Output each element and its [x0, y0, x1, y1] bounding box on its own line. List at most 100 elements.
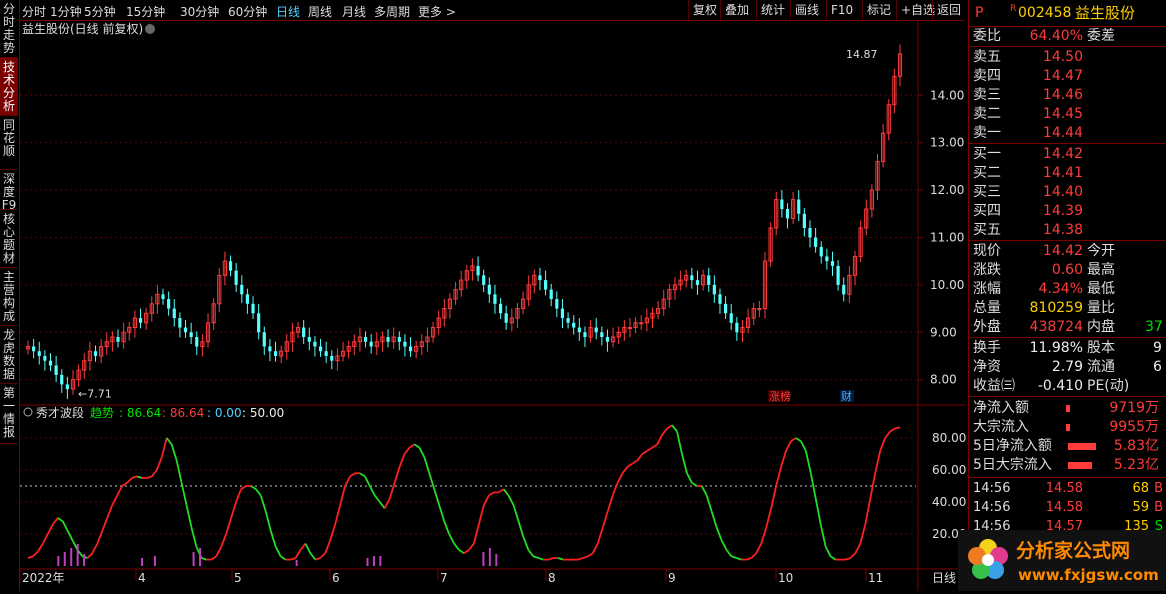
x-axis-label: 11 [868, 571, 883, 585]
indicator-segment [720, 539, 728, 551]
marker-cai[interactable]: 财 [841, 389, 852, 403]
candle-body [718, 294, 722, 304]
indicator-tick-label: 40.00 [932, 495, 966, 509]
indicator-cyan-value: : 0.00 [207, 406, 242, 420]
indicator-volume-bar [141, 558, 144, 566]
period-tab-1[interactable]: 1分钟 [50, 3, 82, 20]
left-tab-4[interactable]: 核心题材 [0, 210, 18, 268]
left-tab-3[interactable]: 深度F9 [0, 170, 18, 212]
period-tab-2[interactable]: 5分钟 [84, 3, 116, 20]
left-tab-7[interactable]: 第一情报 [0, 384, 18, 444]
indicator-segment [393, 466, 401, 484]
tick-row-1: 14:56 14.58 59 B [973, 498, 1163, 517]
period-tab-0[interactable]: 分时 [22, 3, 46, 20]
indicator-white-value: : 50.00 [242, 406, 284, 420]
toolbar-button-4[interactable]: F10 [826, 0, 857, 20]
indicator-segment [126, 477, 133, 484]
indicator-segment [201, 557, 207, 561]
marker-zhangbang[interactable]: 涨榜 [769, 389, 791, 403]
indicator-segment [596, 527, 604, 544]
candle-body [583, 332, 587, 338]
left-tab-5[interactable]: 主营构成 [0, 268, 18, 326]
left-tab-0[interactable]: 分时走势 [0, 0, 18, 58]
indicator-segment [170, 444, 178, 461]
indicator-segment [86, 552, 94, 559]
period-tab-4[interactable]: 30分钟 [180, 3, 219, 20]
buy-label: 买三 [973, 184, 1001, 200]
indicator-segment [155, 456, 163, 471]
title-dropdown-icon[interactable] [145, 24, 155, 34]
indicator-segment [651, 443, 658, 449]
indicator-segment [587, 552, 594, 558]
period-tab-3[interactable]: 15分钟 [126, 3, 165, 20]
period-tab-6[interactable]: 日线 [276, 3, 300, 20]
indicator-volume-bar [199, 548, 202, 566]
indicator-segment [359, 472, 366, 478]
watermark-logo: 分析家公式网 www.fxjgsw.com [958, 530, 1166, 591]
buy-label: 买五 [973, 222, 1001, 238]
indicator-segment [131, 475, 138, 479]
left-tab-1[interactable]: 技术分析 [0, 58, 18, 116]
indicator-segment [160, 437, 168, 458]
indicator-segment [27, 555, 34, 559]
candle-body [729, 313, 733, 323]
indicator-segment [755, 543, 763, 554]
toolbar-button-2[interactable]: 统计 [756, 0, 789, 20]
toolbar-button-5[interactable]: 标记 [862, 0, 895, 20]
indicator-segment [116, 485, 123, 497]
left-tab-2[interactable]: 同花顺 [0, 116, 18, 170]
toolbar-button-1[interactable]: 叠加 [720, 0, 753, 20]
stock-code: 002458 [1018, 5, 1072, 21]
indicator-segment [280, 555, 287, 561]
indicator-segment [884, 431, 891, 439]
indicator-segment [522, 536, 530, 551]
indicator-segment [592, 543, 599, 554]
indicator-segment [32, 550, 39, 558]
stat-label: 涨跌 [973, 262, 1001, 278]
period-tab-5[interactable]: 60分钟 [228, 3, 267, 20]
kline-chart-area[interactable]: 14.00 13.00 12.00 11.00 10.00 9.00 8.00 80.00 60… [20, 21, 966, 591]
flow-value: 5.83亿 [1113, 438, 1159, 454]
flow-row-3: 5日大宗流入 5.23亿 [973, 456, 1163, 475]
indicator-segment [547, 557, 554, 561]
toolbar-button-3[interactable]: 画线 [790, 0, 823, 20]
period-tab-10[interactable]: 更多 > [418, 3, 456, 20]
indicator-segment [225, 517, 232, 535]
sell-level-3: 卖二 14.45 [973, 105, 1163, 124]
tick-volume: 68 [1132, 481, 1149, 496]
indicator-segment [91, 543, 99, 554]
sell-level-2: 卖三 14.46 [973, 86, 1163, 105]
indicator-segment [57, 517, 64, 522]
candle-body [735, 322, 739, 333]
candle-body [543, 280, 548, 290]
p-badge[interactable]: P [975, 4, 983, 23]
candle-body [476, 265, 480, 276]
candle-body [43, 355, 47, 361]
indicator-volume-bar [295, 560, 298, 566]
stock-name: 益生股份 [1075, 4, 1136, 22]
indicator-segment [210, 555, 217, 561]
indicator-settings-icon[interactable] [23, 407, 33, 417]
left-tab-6[interactable]: 龙虎数据 [0, 326, 18, 384]
period-tab-7[interactable]: 周线 [308, 3, 332, 20]
toolbar-button-0[interactable]: 复权 [688, 0, 721, 20]
indicator-volume-bar [76, 544, 79, 566]
candle-body [757, 308, 762, 311]
indicator-segment [666, 424, 673, 430]
candle-body [825, 256, 829, 262]
indicator-segment [527, 549, 535, 557]
panel-divider [969, 143, 1166, 144]
candle-body [195, 337, 199, 347]
toolbar-button-7[interactable]: 返回 [932, 0, 965, 20]
quote-panel: P R 002458 益生股份 委比 64.40% 委差 卖五 14.50 卖四 14.47 卖三 14… [968, 0, 1166, 591]
indicator-segment [304, 543, 312, 554]
buy-price: 14.41 [1042, 165, 1083, 181]
indicator-segment [185, 505, 193, 528]
indicator-volume-bar [83, 554, 86, 566]
indicator-segment [656, 434, 663, 445]
period-tab-9[interactable]: 多周期 [374, 3, 410, 20]
buy-price: 14.39 [1042, 203, 1083, 219]
period-tab-8[interactable]: 月线 [342, 3, 366, 20]
indicator-segment [339, 485, 346, 506]
candle-body [273, 351, 278, 356]
